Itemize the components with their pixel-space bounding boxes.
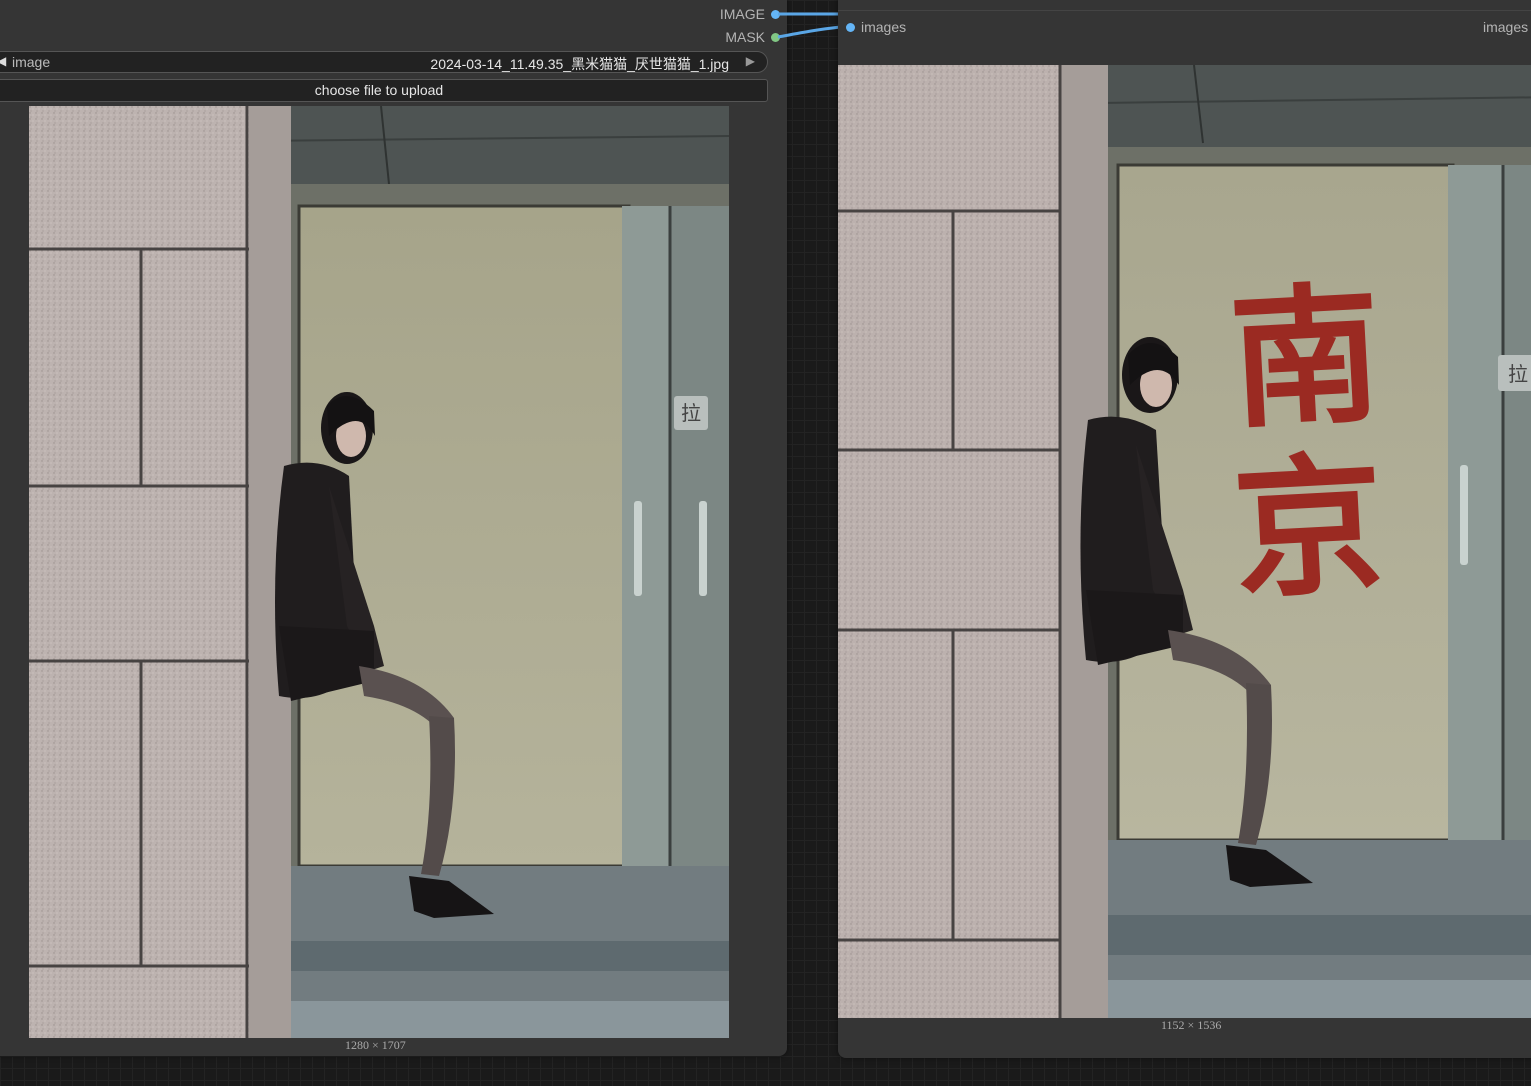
link-mask-wire[interactable] <box>777 25 841 39</box>
output-images-label: images <box>1483 19 1529 35</box>
node-title-divider <box>838 10 1531 11</box>
preview-image-node[interactable]: images images 拉 南 京 1152 × 1536 <box>838 0 1531 1058</box>
painted-char-1: 南 <box>1226 266 1385 450</box>
image-dimensions-label: 1152 × 1536 <box>1161 1018 1222 1032</box>
output-image-preview: 拉 南 京 <box>838 65 1531 1018</box>
input-images-label: images <box>861 19 907 35</box>
painted-char-2: 京 <box>1229 436 1388 620</box>
input-images-slot[interactable] <box>846 23 855 32</box>
door-sign-text: 拉 <box>1508 362 1528 386</box>
